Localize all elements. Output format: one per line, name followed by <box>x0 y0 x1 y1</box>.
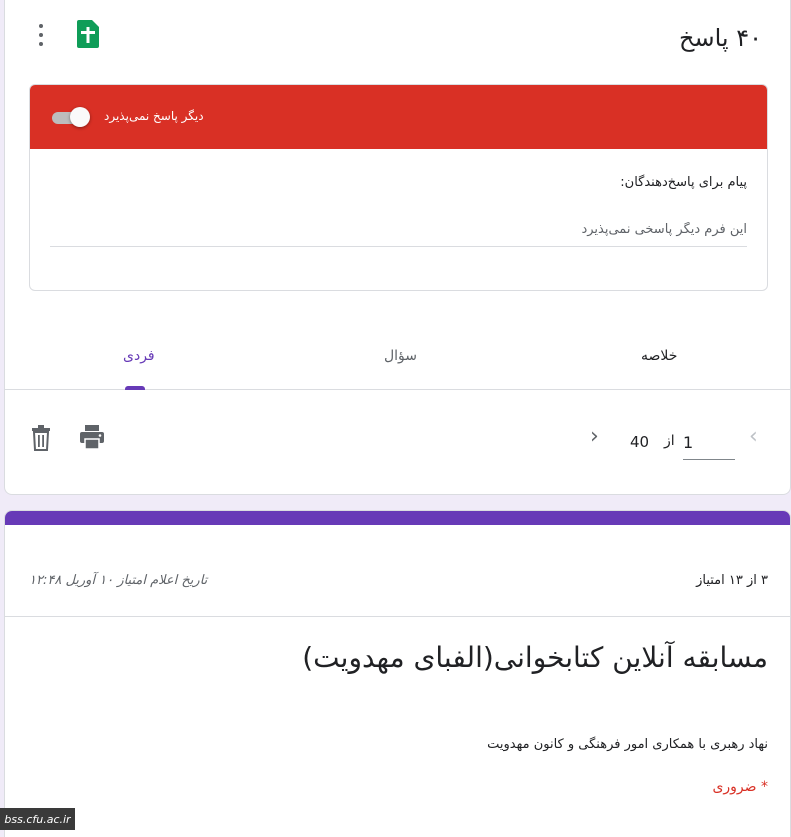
google-sheets-icon[interactable] <box>77 20 99 48</box>
accepting-responses-panel: دیگر پاسخ نمی‌پذیرد پیام برای پاسخ‌دهندگ… <box>29 84 768 291</box>
printer-icon[interactable] <box>79 424 105 450</box>
pager-of-label: از <box>664 433 675 449</box>
responses-tabs: خلاصه سؤال فردی <box>5 330 791 390</box>
form-accent-bar <box>5 511 790 525</box>
pager-total: 40 <box>630 433 650 451</box>
message-label: پیام برای پاسخ‌دهندگان: <box>620 175 747 190</box>
required-note: * ضروری <box>712 779 768 795</box>
tab-individual[interactable]: فردی <box>123 348 155 364</box>
active-tab-indicator <box>125 386 145 390</box>
form-description: نهاد رهبری با همکاری امور فرهنگی و کانون… <box>487 737 768 752</box>
score-released-date: تاریخ اعلام امتیاز ۱۰ آوریل ۱۲:۴۸ <box>29 573 208 588</box>
chevron-right-icon[interactable]: › <box>590 424 599 449</box>
responses-header-card: ۴۰ پاسخ دیگر پاسخ نمی‌پذیرد پیام برای پا… <box>4 0 791 495</box>
chevron-left-icon[interactable]: ‹ <box>749 424 758 449</box>
accepting-responses-toggle[interactable] <box>50 107 90 127</box>
respondent-message-input[interactable] <box>50 213 747 247</box>
more-vert-icon <box>39 24 43 28</box>
response-count-title: ۴۰ پاسخ <box>678 24 762 52</box>
trash-icon[interactable] <box>31 425 51 451</box>
pager-current-input[interactable] <box>683 426 735 460</box>
toggle-label: دیگر پاسخ نمی‌پذیرد <box>104 109 204 123</box>
individual-response-card: ۳ از ۱۳ امتیاز تاریخ اعلام امتیاز ۱۰ آور… <box>4 510 791 837</box>
accepting-responses-header: دیگر پاسخ نمی‌پذیرد <box>30 85 767 149</box>
more-options-button[interactable] <box>31 22 51 48</box>
score-row: ۳ از ۱۳ امتیاز تاریخ اعلام امتیاز ۱۰ آور… <box>5 525 790 617</box>
score-text: ۳ از ۱۳ امتیاز <box>696 573 768 588</box>
tab-summary[interactable]: خلاصه <box>641 348 677 364</box>
tab-question[interactable]: سؤال <box>384 348 417 364</box>
form-title: مسابقه آنلاین کتابخوانی(الفبای مهدویت) <box>302 641 768 674</box>
site-watermark: bss.cfu.ac.ir <box>0 808 75 830</box>
